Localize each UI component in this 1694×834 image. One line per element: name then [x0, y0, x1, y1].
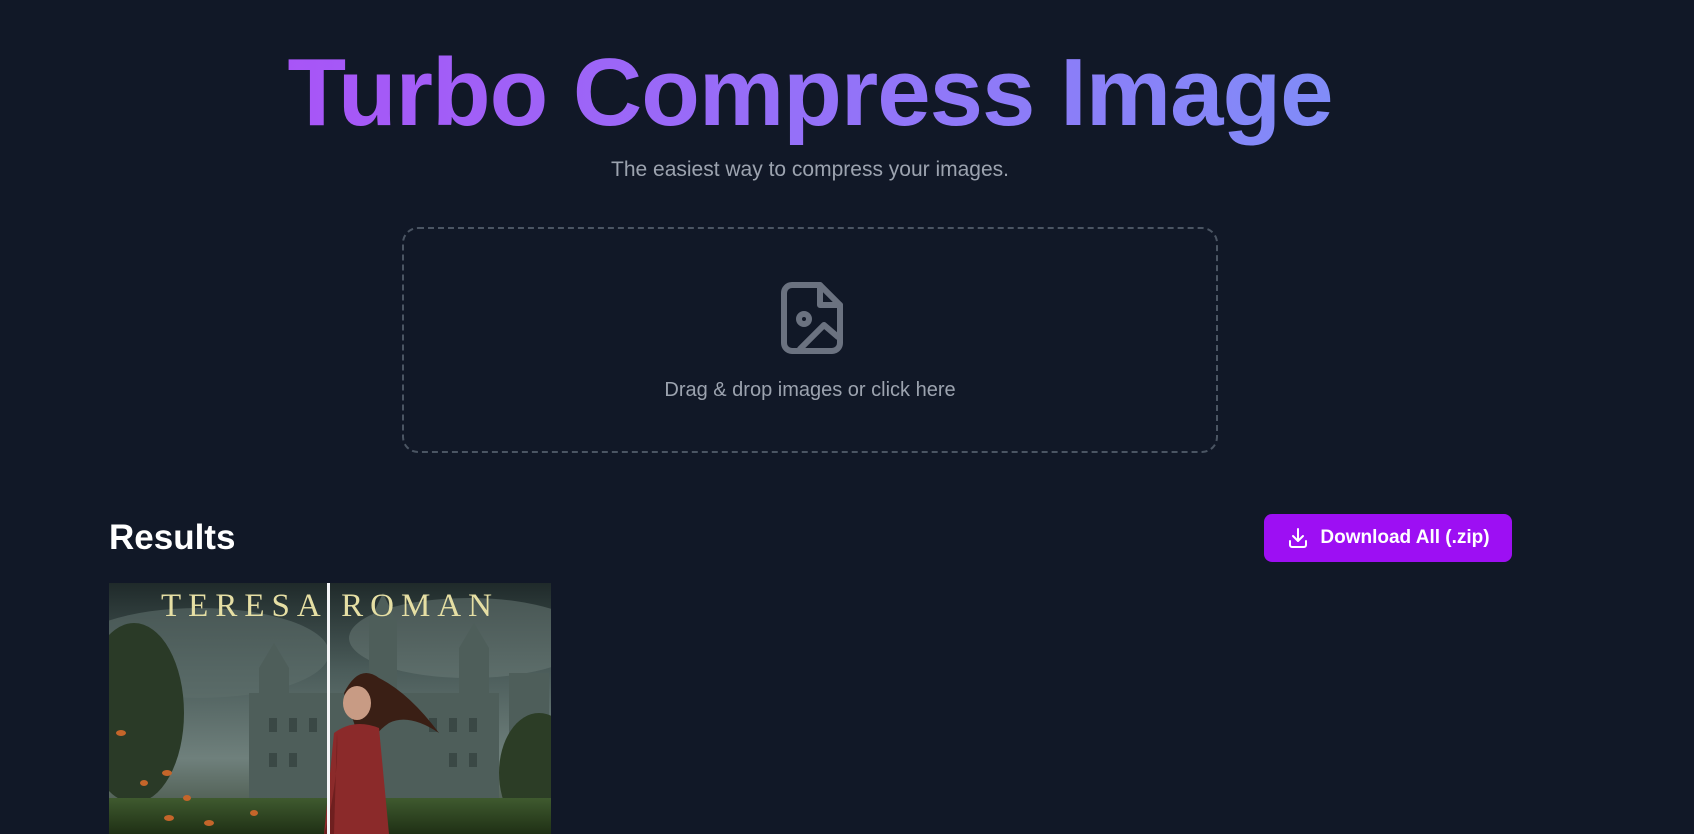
dropzone-label: Drag & drop images or click here: [664, 379, 956, 401]
image-dropzone[interactable]: Drag & drop images or click here: [402, 227, 1218, 453]
result-image-card[interactable]: TERESA ROMAN: [109, 583, 551, 834]
page-subtitle: The easiest way to compress your images.: [611, 158, 1009, 181]
comparison-slider-handle[interactable]: [327, 583, 330, 834]
results-heading: Results: [109, 518, 236, 557]
app-page: Turbo Compress Image The easiest way to …: [0, 0, 1694, 834]
download-icon: [1289, 528, 1308, 548]
cover-author-text: TERESA ROMAN: [161, 588, 499, 624]
page-title: Turbo Compress Image: [0, 38, 1620, 148]
download-all-button[interactable]: Download All (.zip): [1264, 514, 1512, 562]
download-all-label: Download All (.zip): [1320, 527, 1490, 548]
page-title-text: Turbo Compress Image: [287, 39, 1333, 146]
image-file-icon: [781, 282, 843, 354]
